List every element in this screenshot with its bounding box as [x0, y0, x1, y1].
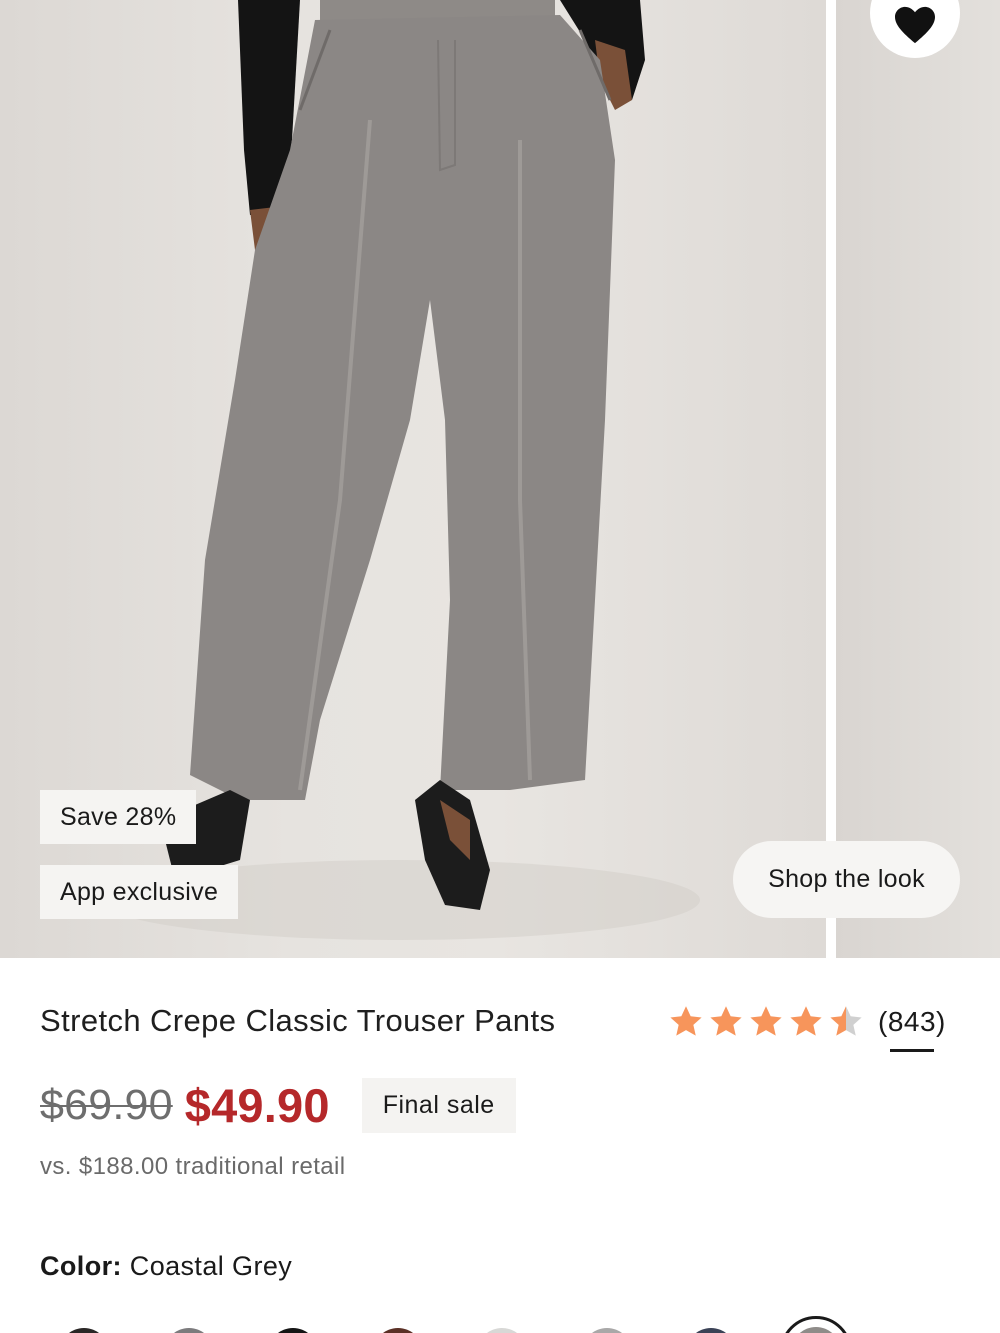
star-icon	[830, 1006, 862, 1036]
color-label: Color:	[40, 1251, 122, 1281]
original-price: $69.90	[40, 1081, 173, 1129]
product-title: Stretch Crepe Classic Trouser Pants	[40, 1003, 556, 1038]
heart-icon	[895, 6, 935, 44]
star-rating	[668, 1004, 864, 1040]
star-icon	[790, 1006, 822, 1036]
shop-the-look-button[interactable]: Shop the look	[733, 841, 960, 918]
review-count-link[interactable]: (843)	[878, 1006, 946, 1052]
star-icon	[670, 1006, 702, 1036]
gallery-divider	[826, 0, 836, 958]
final-sale-badge: Final sale	[361, 1078, 516, 1133]
color-swatch[interactable]	[581, 1328, 632, 1333]
product-rating[interactable]: (843)	[668, 1004, 946, 1052]
next-product-photo[interactable]	[836, 0, 1000, 958]
color-value: Coastal Grey	[129, 1251, 293, 1281]
star-icon	[750, 1006, 782, 1036]
color-swatch[interactable]	[686, 1328, 736, 1333]
color-swatch[interactable]	[163, 1328, 214, 1333]
color-selection-label: Color: Coastal Grey	[40, 1251, 292, 1282]
color-swatches	[0, 1300, 1000, 1333]
color-swatch[interactable]	[268, 1328, 318, 1333]
app-exclusive-badge: App exclusive	[40, 865, 239, 919]
product-image-gallery[interactable]: Save 28% App exclusive Shop the look	[0, 0, 1000, 958]
discount-badge: Save 28%	[40, 790, 197, 844]
color-swatch[interactable]	[372, 1328, 423, 1333]
color-swatch[interactable]	[779, 1316, 852, 1333]
retail-comparison: vs. $188.00 traditional retail	[40, 1153, 346, 1180]
star-icon	[710, 1006, 742, 1036]
sale-price: $49.90	[184, 1079, 330, 1132]
price-row: $69.90 $49.90 Final sale	[40, 1078, 516, 1133]
color-swatch[interactable]	[59, 1328, 109, 1333]
color-swatch[interactable]	[477, 1328, 527, 1333]
